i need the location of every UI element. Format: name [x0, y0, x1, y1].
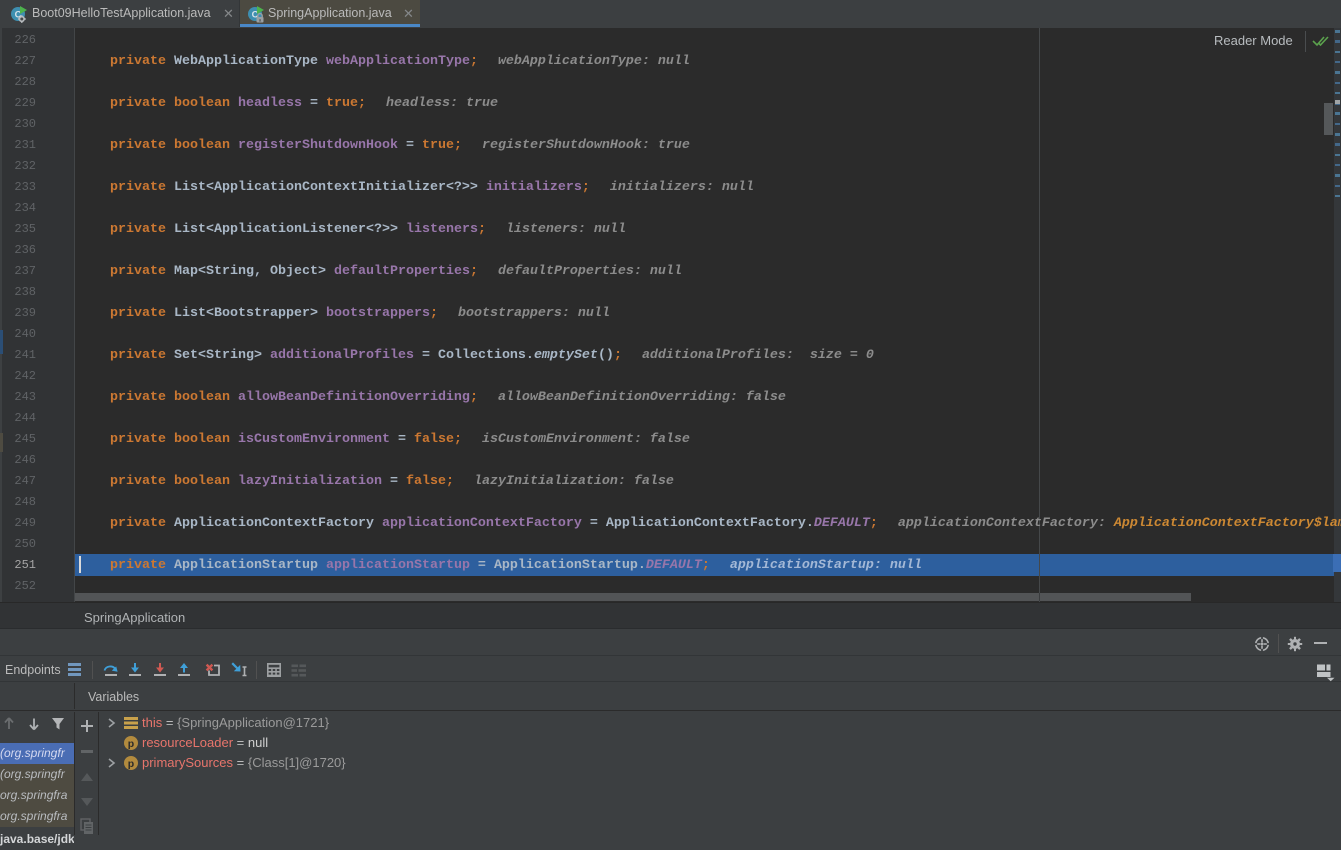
svg-text:p: p	[128, 738, 134, 750]
svg-text:p: p	[128, 758, 134, 770]
